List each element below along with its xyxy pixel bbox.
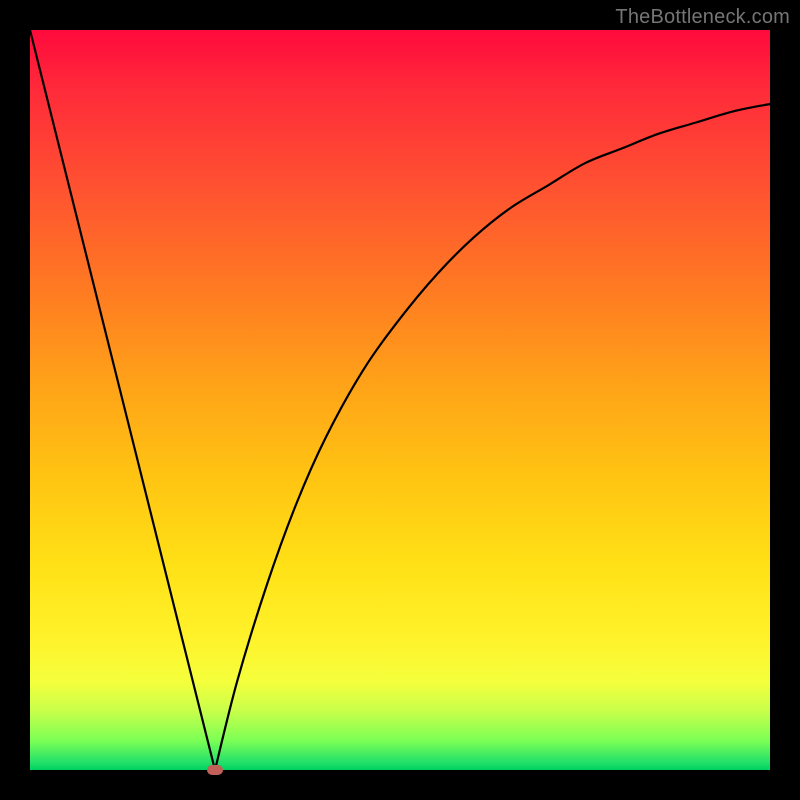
- chart-frame: TheBottleneck.com: [0, 0, 800, 800]
- watermark-text: TheBottleneck.com: [615, 6, 790, 29]
- bottleneck-curve: [30, 30, 770, 770]
- min-marker: [207, 765, 223, 775]
- curve-svg: [30, 30, 770, 770]
- plot-area: [30, 30, 770, 770]
